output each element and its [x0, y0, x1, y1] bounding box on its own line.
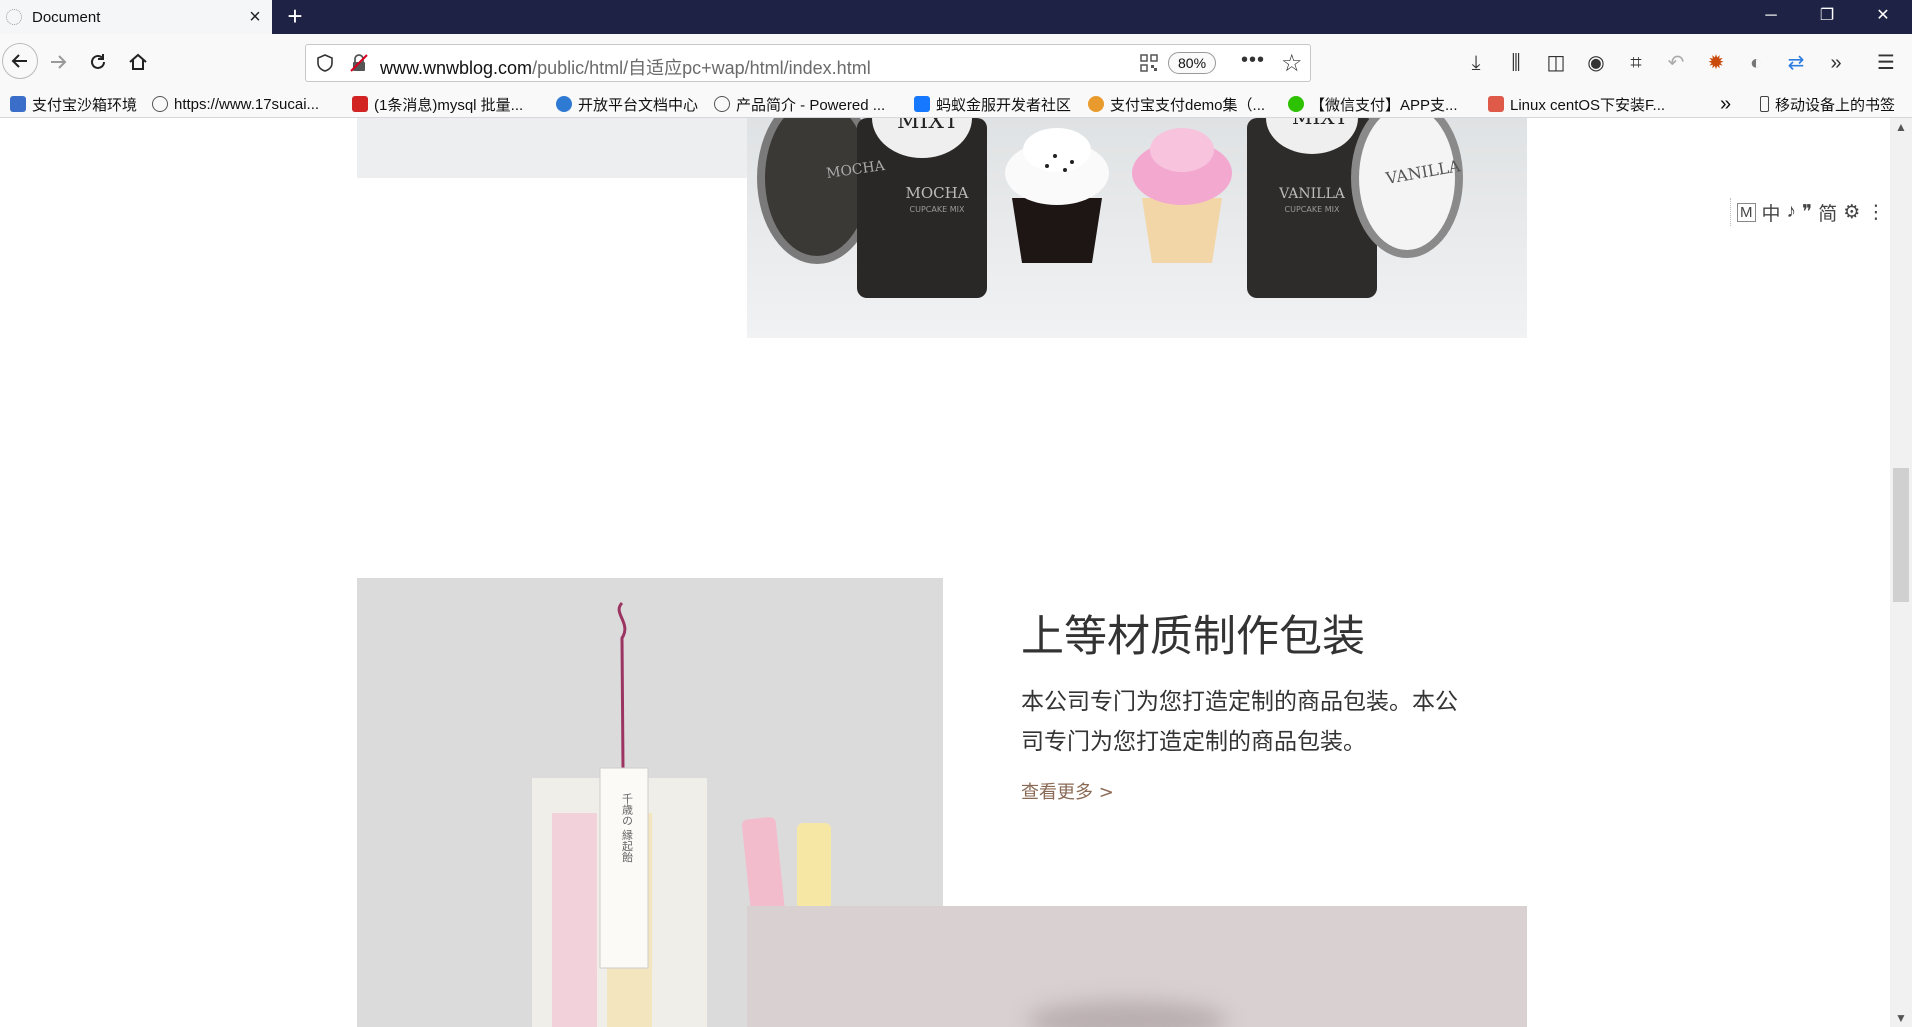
forward-button[interactable] — [42, 46, 74, 78]
url-text[interactable]: www.wnwblog.com/public/html/自适应pc+wap/ht… — [380, 54, 871, 80]
tin-label: MIXT — [897, 118, 959, 134]
account-icon[interactable]: ◉ — [1582, 49, 1610, 77]
shield-icon[interactable] — [316, 54, 334, 72]
undo-icon[interactable]: ↶ — [1662, 49, 1690, 77]
browser-titlebar: Document × + ─ ❐ ✕ — [0, 0, 1912, 34]
extension-sun-icon[interactable]: ✹ — [1702, 49, 1730, 77]
scroll-down-icon[interactable]: ▼ — [1895, 1011, 1907, 1025]
globe-icon — [714, 96, 730, 112]
hamburger-menu-icon[interactable]: ☰ — [1872, 49, 1900, 77]
page-viewport: MIXT MOCHA MOCHA CUPCAKE MIX MIXT VANILL… — [0, 118, 1890, 1027]
shield-icon — [10, 96, 26, 112]
bookmark-item[interactable]: 【微信支付】APP支... — [1288, 93, 1458, 115]
library-icon[interactable]: ⫼ — [1502, 49, 1530, 77]
bookmark-item[interactable]: https://www.17sucai... — [152, 93, 319, 115]
bookmarks-overflow-button[interactable]: » — [1720, 93, 1731, 115]
page-actions-button[interactable]: ••• — [1241, 49, 1265, 72]
tin-label: CUPCAKE MIX — [1285, 205, 1340, 214]
wechat-icon — [1288, 96, 1304, 112]
bookmark-item[interactable]: 蚂蚁金服开发者社区 — [914, 93, 1071, 115]
restore-button[interactable]: ❐ — [1800, 0, 1854, 34]
simplified-button[interactable]: 简 — [1818, 199, 1837, 226]
tin-label: MOCHA — [905, 184, 968, 202]
browser-tab-active[interactable]: Document × — [0, 0, 272, 34]
bookmark-item[interactable]: 开放平台文档中心 — [556, 93, 698, 115]
globe-icon — [152, 96, 168, 112]
moon-icon[interactable]: ♪ — [1787, 201, 1797, 223]
punctuation-icon[interactable]: ❞ — [1802, 201, 1812, 224]
scroll-up-icon[interactable]: ▲ — [1895, 120, 1907, 134]
bookmark-item[interactable]: (1条消息)mysql 批量... — [352, 93, 523, 115]
settings-icon[interactable]: ⚙ — [1843, 201, 1860, 224]
close-window-button[interactable]: ✕ — [1856, 0, 1910, 34]
zoom-indicator[interactable]: 80% — [1168, 52, 1217, 74]
arrow-left-icon — [11, 54, 27, 68]
tin-label: MIXT — [1292, 118, 1349, 129]
jian-icon — [1488, 96, 1504, 112]
chinese-mode-button[interactable]: 中 — [1762, 199, 1781, 226]
scrollbar-thumb[interactable] — [1893, 468, 1909, 602]
cat-icon — [1088, 96, 1104, 112]
url-host: www.wnwblog.com — [380, 58, 533, 78]
download-icon[interactable]: ⤓ — [1462, 49, 1490, 77]
overflow-menu-icon[interactable]: » — [1822, 49, 1850, 77]
minimize-button[interactable]: ─ — [1744, 0, 1798, 34]
person-icon — [556, 96, 572, 112]
csdn-icon — [352, 96, 368, 112]
extension-circle-icon[interactable]: ◐ — [1742, 49, 1770, 77]
cupcake-product-image: MIXT MOCHA MOCHA CUPCAKE MIX MIXT VANILL… — [747, 118, 1527, 338]
ant-icon — [914, 96, 930, 112]
section-description: 本公司专门为您打造定制的商品包装。本公司专门为您打造定制的商品包装。 — [1021, 689, 1458, 755]
arrow-right-icon — [51, 55, 67, 69]
insecure-lock-icon[interactable] — [350, 54, 368, 72]
crop-icon[interactable]: ⌗ — [1622, 49, 1650, 77]
reload-icon — [91, 54, 105, 69]
qr-code-icon[interactable] — [1140, 54, 1158, 72]
tin-label: VANILLA — [1278, 186, 1346, 202]
sidebar-icon[interactable]: ◫ — [1542, 49, 1570, 77]
view-more-link[interactable]: 查看更多 > — [1021, 778, 1114, 804]
new-tab-button[interactable]: + — [280, 0, 310, 34]
candy-tag-label: 千歳の 縁起飴 — [621, 793, 634, 863]
bookmark-item[interactable]: Linux centOS下安装F... — [1488, 93, 1665, 115]
bookmark-item[interactable]: 支付宝沙箱环境 — [10, 93, 137, 115]
reload-button[interactable] — [82, 46, 114, 78]
browser-navbar: www.wnwblog.com/public/html/自适应pc+wap/ht… — [0, 34, 1912, 92]
bookmark-star-icon[interactable]: ☆ — [1281, 49, 1303, 78]
section-heading: 上等材质制作包装 — [1021, 612, 1365, 662]
sync-icon[interactable]: ⇄ — [1782, 49, 1810, 77]
cupcake-illustration: MIXT MOCHA MOCHA CUPCAKE MIX MIXT VANILL… — [757, 118, 1463, 298]
mobile-bookmarks[interactable]: 移动设备上的书签 — [1760, 93, 1895, 115]
input-method-toolbar: M 中 ♪ ❞ 简 ⚙ ⋮ — [1730, 198, 1885, 226]
mode-icon[interactable]: M — [1737, 202, 1756, 222]
home-button[interactable] — [122, 46, 154, 78]
tab-title: Document — [32, 8, 101, 26]
tin-label: CUPCAKE MIX — [910, 205, 965, 214]
address-bar[interactable]: www.wnwblog.com/public/html/自适应pc+wap/ht… — [305, 44, 1311, 82]
phone-icon — [1760, 96, 1769, 112]
back-button[interactable] — [2, 43, 38, 79]
tab-close-icon[interactable]: × — [238, 6, 272, 29]
bookmark-item[interactable]: 产品简介 - Powered ... — [714, 93, 885, 115]
loading-icon — [6, 9, 22, 25]
product-image-partial — [747, 906, 1527, 1027]
bookmarks-toolbar: 支付宝沙箱环境 https://www.17sucai... (1条消息)mys… — [0, 88, 1912, 118]
gray-background-block — [357, 118, 747, 178]
bookmark-item[interactable]: 支付宝支付demo集（... — [1088, 93, 1265, 115]
blurred-shadow — [1027, 1001, 1227, 1027]
vertical-scrollbar[interactable]: ▲ ▼ — [1890, 118, 1912, 1027]
home-icon — [129, 53, 147, 70]
url-path: /public/html/自适应pc+wap/html/index.html — [532, 58, 871, 78]
more-options-icon[interactable]: ⋮ — [1866, 201, 1885, 224]
